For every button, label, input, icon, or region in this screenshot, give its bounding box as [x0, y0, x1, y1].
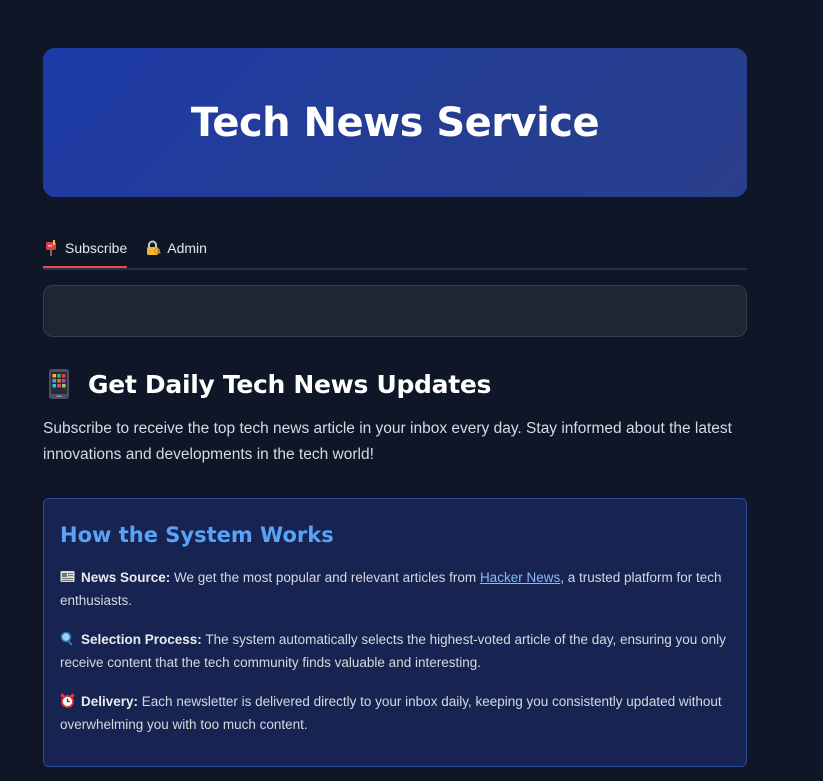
info-label: Delivery:	[81, 694, 139, 709]
intro-text: Subscribe to receive the top tech news a…	[43, 420, 732, 463]
info-item-delivery: Delivery: Each newsletter is delivered d…	[60, 690, 730, 736]
tab-bar: Subscribe Admin	[43, 230, 747, 270]
info-item-selection-process: Selection Process: The system automatica…	[60, 628, 730, 674]
tab-subscribe-label: Subscribe	[65, 240, 128, 256]
info-text: Each newsletter is delivered directly to…	[60, 694, 722, 732]
newspaper-icon	[60, 568, 75, 583]
hero-banner: Tech News Service	[43, 48, 747, 197]
info-label: News Source:	[81, 570, 171, 585]
tab-admin[interactable]: Admin	[145, 230, 207, 266]
mobile-phone-icon	[48, 369, 78, 399]
page-title: Tech News Service	[190, 99, 600, 146]
magnifier-icon	[60, 630, 75, 646]
info-title: How the System Works	[60, 523, 334, 547]
how-it-works-box: How the System Works News Source: We get…	[43, 498, 747, 767]
info-item-news-source: News Source: We get the most popular and…	[60, 566, 730, 612]
tab-admin-label: Admin	[167, 240, 207, 256]
tab-subscribe[interactable]: Subscribe	[43, 230, 128, 268]
lock-key-icon	[145, 240, 161, 256]
mailbox-icon	[43, 240, 59, 256]
info-label: Selection Process:	[81, 632, 202, 647]
subscribe-form-container	[43, 285, 747, 337]
info-text: We get the most popular and relevant art…	[170, 570, 480, 585]
main-content: Tech News Service Subscribe Admin Get Da…	[43, 48, 747, 767]
section-heading: Get Daily Tech News Updates	[88, 369, 492, 399]
hacker-news-link[interactable]: Hacker News	[480, 570, 560, 585]
alarm-clock-icon	[60, 692, 75, 708]
section-heading-row: Get Daily Tech News Updates	[43, 369, 747, 399]
